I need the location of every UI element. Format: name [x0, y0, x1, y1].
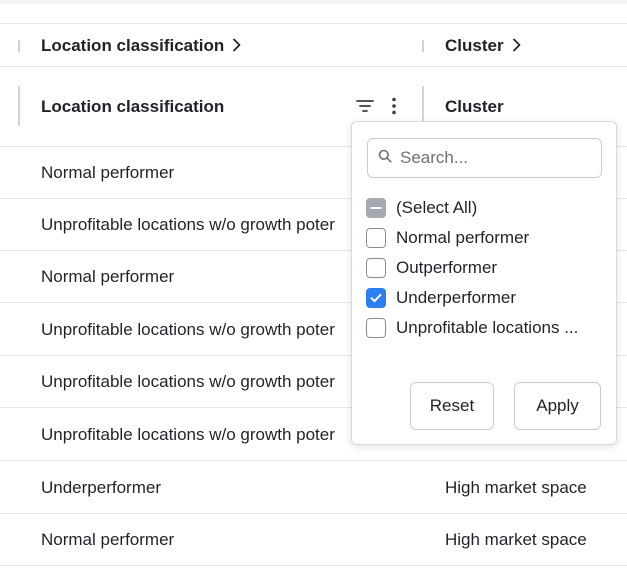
more-vertical-icon[interactable] — [383, 95, 405, 117]
cell-location-classification: Normal performer — [41, 267, 175, 286]
cell-cluster: High market space — [445, 530, 587, 549]
filter-option-unprofitable-locations[interactable]: Unprofitable locations ... — [366, 315, 578, 341]
filter-option-label: Unprofitable locations ... — [396, 318, 579, 337]
column-resize-handle[interactable] — [422, 86, 424, 126]
cell-location-classification: Unprofitable locations w/o growth poter — [41, 320, 335, 339]
filter-option-label: Underperformer — [396, 288, 516, 307]
cell-location-classification: Unprofitable locations w/o growth poter — [41, 215, 335, 234]
search-icon — [378, 149, 392, 168]
checkbox-indeterminate[interactable] — [366, 198, 386, 218]
chevron-right-icon — [512, 36, 522, 57]
filter-option-label: Normal performer — [396, 228, 530, 247]
chevron-right-icon — [232, 36, 242, 57]
column-header-location-classification[interactable]: Location classification — [41, 67, 224, 147]
top-shadow — [0, 0, 627, 4]
group-header-label: Cluster — [445, 36, 504, 55]
column-filter-popup: (Select All) Normal performer Outperform… — [351, 121, 617, 445]
checkbox-unchecked[interactable] — [366, 228, 386, 248]
filter-option-select-all[interactable]: (Select All) — [366, 195, 477, 221]
group-header-label: Location classification — [41, 36, 225, 55]
column-group-header-row: Location classification Cluster — [0, 25, 627, 67]
table-row[interactable]: Normal performer High market space — [0, 514, 627, 566]
filter-option-underperformer[interactable]: Underperformer — [366, 285, 516, 311]
filter-option-label: Outperformer — [396, 258, 498, 277]
filter-search-box[interactable] — [367, 138, 602, 178]
cell-location-classification: Normal performer — [41, 530, 175, 549]
filter-search-input[interactable] — [400, 148, 590, 168]
filter-option-label: (Select All) — [396, 198, 478, 217]
checkbox-unchecked[interactable] — [366, 318, 386, 338]
column-resize-handle[interactable] — [18, 86, 20, 126]
cell-location-classification: Unprofitable locations w/o growth poter — [41, 425, 335, 444]
column-separator — [422, 40, 424, 52]
apply-button[interactable]: Apply — [514, 382, 601, 430]
reset-button[interactable]: Reset — [410, 382, 494, 430]
checkbox-checked[interactable] — [366, 288, 386, 308]
group-header-cluster[interactable]: Cluster — [445, 25, 522, 67]
group-header-location-classification[interactable]: Location classification — [41, 25, 242, 67]
filter-option-normal-performer[interactable]: Normal performer — [366, 225, 529, 251]
cell-cluster: High market space — [445, 478, 587, 497]
checkbox-unchecked[interactable] — [366, 258, 386, 278]
table-row[interactable]: Underperformer High market space — [0, 462, 627, 514]
filter-option-outperformer[interactable]: Outperformer — [366, 255, 497, 281]
column-separator — [18, 40, 20, 52]
cell-location-classification: Normal performer — [41, 163, 175, 182]
filter-icon[interactable] — [354, 95, 376, 117]
cell-location-classification: Underperformer — [41, 478, 161, 497]
cell-location-classification: Unprofitable locations w/o growth poter — [41, 372, 335, 391]
top-toolbar-strip — [0, 0, 627, 24]
